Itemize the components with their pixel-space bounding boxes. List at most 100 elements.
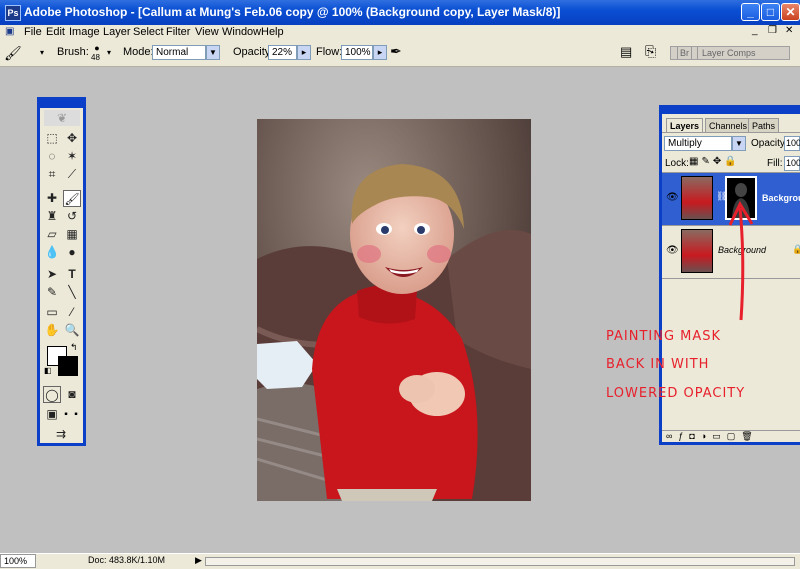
blend-mode-select[interactable]: Multiply [664, 136, 732, 151]
dodge-icon[interactable]: ● [63, 244, 81, 261]
brush-icon[interactable]: 🖌 [4, 45, 22, 62]
standard-mode-icon[interactable]: ◯ [43, 386, 61, 403]
history-brush-icon[interactable]: ↺ [63, 208, 81, 225]
palette-icon[interactable]: ⎘ [645, 43, 656, 60]
palette-well-tab-layer-comps[interactable]: Layer Comps [697, 47, 756, 59]
layer-opacity-input[interactable]: 100 [784, 136, 800, 151]
swap-colors-icon[interactable]: ↰ [70, 342, 78, 353]
status-menu-arrow-icon[interactable]: ▶ [195, 555, 202, 566]
magic-wand-icon[interactable]: ✶ [63, 148, 81, 165]
type-icon[interactable]: T [63, 266, 81, 283]
close-button[interactable]: ✕ [781, 3, 800, 21]
crop-icon[interactable]: ⌗ [43, 166, 61, 183]
app-icon: Ps [5, 5, 21, 21]
jump-to-imageready-icon[interactable]: ⇉ [43, 426, 79, 443]
line-icon[interactable]: ╲ [63, 284, 81, 301]
toolbox-title-bar[interactable] [40, 100, 83, 108]
annotation-line-2: BACK IN WITH [606, 357, 710, 372]
opacity-input[interactable]: 22% [268, 45, 297, 60]
annotation-line-1: PAINTING MASK [606, 329, 722, 344]
screen-mode-full-icon[interactable]: ▪ [71, 406, 81, 423]
tab-divider [662, 132, 800, 133]
flow-label: Flow: [316, 46, 343, 58]
minimize-button[interactable]: _ [741, 3, 760, 21]
menu-select[interactable]: Select [133, 25, 164, 40]
gradient-icon[interactable]: ▦ [63, 226, 81, 243]
blur-icon[interactable]: 💧 [43, 244, 61, 261]
document-icon[interactable]: ▣ [5, 26, 14, 37]
layers-panel-bottom-buttons[interactable]: ∞ƒ◘◑▭▢🗑 [662, 430, 800, 442]
zoom-icon[interactable]: 🔍 [63, 322, 81, 339]
photo-image [257, 119, 531, 501]
layer-thumbnail [681, 229, 713, 273]
eye-icon[interactable]: 👁 [666, 245, 679, 256]
menu-edit[interactable]: Edit [46, 25, 65, 40]
title-bar: Ps Adobe Photoshop - [Callum at Mung's F… [0, 0, 800, 25]
brush-tool-icon[interactable]: 🖌 [63, 190, 81, 207]
menu-bar: ▣ File Edit Image Layer Select Filter Vi… [0, 25, 800, 40]
fill-input[interactable]: 100 [784, 156, 800, 171]
palette-well-tab-browser[interactable]: Br [677, 47, 692, 59]
move-icon[interactable]: ✥ [63, 130, 81, 147]
screen-mode-standard-icon[interactable]: ▣ [43, 406, 61, 423]
window-title: Adobe Photoshop - [Callum at Mung's Feb.… [24, 5, 561, 19]
horizontal-scrollbar[interactable] [205, 557, 795, 566]
default-colors-icon[interactable]: ◧ [44, 366, 52, 375]
feather-icon[interactable]: ❦ [44, 110, 80, 126]
tab-paths[interactable]: Paths [748, 118, 780, 133]
slice-icon[interactable]: ⟋ [63, 166, 81, 183]
doc-minimize-icon[interactable]: _ [752, 25, 758, 36]
file-browser-icon[interactable]: ▤ [620, 44, 632, 60]
menu-view[interactable]: View [195, 25, 219, 40]
menu-file[interactable]: File [24, 25, 42, 40]
eraser-icon[interactable]: ▱ [43, 226, 61, 243]
tab-layers[interactable]: Layers [666, 118, 704, 133]
menu-layer[interactable]: Layer [103, 25, 131, 40]
airbrush-icon[interactable]: ✒ [390, 43, 402, 60]
quick-mask-icon[interactable]: ◙ [63, 386, 81, 403]
hand-icon[interactable]: ✋ [43, 322, 61, 339]
eyedropper-icon[interactable]: ⁄ [63, 304, 81, 321]
pen-icon[interactable]: ✎ [43, 284, 61, 301]
healing-icon[interactable]: ✚ [43, 190, 61, 207]
mode-select[interactable]: Normal [152, 45, 206, 60]
doc-close-icon[interactable]: ✕ [785, 25, 793, 36]
flow-slider-icon[interactable]: ▸ [373, 45, 387, 60]
zoom-level[interactable]: 100% [0, 554, 36, 568]
menu-filter[interactable]: Filter [166, 25, 190, 40]
brush-dropdown-icon[interactable]: ▾ [107, 48, 111, 57]
document-canvas[interactable] [257, 119, 531, 501]
screen-mode-full-menu-icon[interactable]: ▪ [61, 406, 71, 423]
toolbox: ❦ ⬚ ✥ ◌ ✶ ⌗ ⟋ ✚ 🖌 ♜ ↺ ▱ ▦ 💧 ● ➤ T ✎ ╲ ▭ … [37, 97, 86, 446]
eye-icon[interactable]: 👁 [666, 192, 679, 203]
layers-panel-title-bar[interactable] [662, 108, 800, 114]
lock-options-icon[interactable]: ▦✎✥🔒 [689, 156, 740, 167]
background-color-swatch[interactable] [58, 356, 78, 376]
brush-preview-icon[interactable]: ● [92, 43, 102, 53]
brush-size: 48 [91, 53, 100, 62]
brush-label: Brush: [57, 46, 89, 58]
marquee-icon[interactable]: ⬚ [43, 130, 61, 147]
menu-window[interactable]: Window [222, 25, 261, 40]
status-bar: 100% Doc: 483.8K/1.10M ▶ [0, 553, 800, 569]
notes-icon[interactable]: ▭ [43, 304, 61, 321]
opacity-slider-icon[interactable]: ▸ [297, 45, 311, 60]
layer-opacity-label: Opacity: [751, 138, 788, 149]
doc-restore-icon[interactable]: ❐ [768, 25, 777, 36]
menu-image[interactable]: Image [69, 25, 100, 40]
options-bar: 🖌 ▾ Brush: ● 48 ▾ Mode: Normal ▼ Opacity… [0, 40, 800, 67]
layer-name[interactable]: Backgrou [762, 193, 800, 203]
tab-channels[interactable]: Channels [705, 118, 752, 133]
chevron-down-icon[interactable]: ▾ [40, 48, 44, 57]
menu-help[interactable]: Help [261, 25, 284, 40]
path-select-icon[interactable]: ➤ [43, 266, 61, 283]
blend-mode-dropdown-icon[interactable]: ▼ [732, 136, 746, 151]
stamp-icon[interactable]: ♜ [43, 208, 61, 225]
fill-label: Fill: [767, 158, 783, 169]
lasso-icon[interactable]: ◌ [43, 148, 61, 165]
palette-well: Br Layer Comps [670, 46, 790, 60]
layer-thumbnail [681, 176, 713, 220]
flow-input[interactable]: 100% [341, 45, 373, 60]
maximize-button[interactable]: □ [761, 3, 780, 21]
mode-dropdown-icon[interactable]: ▼ [206, 45, 220, 60]
